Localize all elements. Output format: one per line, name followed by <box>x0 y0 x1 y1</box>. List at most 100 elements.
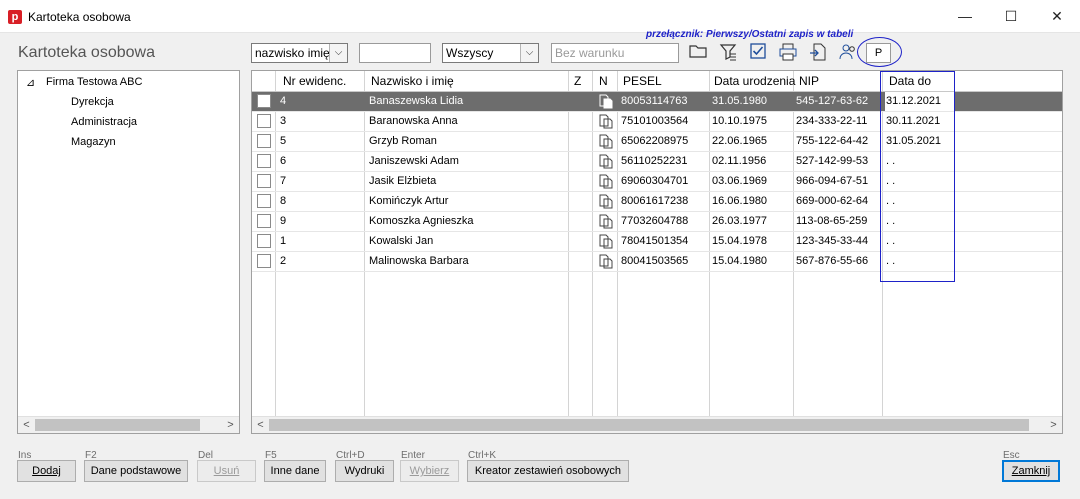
cell-pesel: 78041501354 <box>621 235 689 247</box>
cell-name: Malinowska Barbara <box>369 255 469 267</box>
cell-nr: 9 <box>280 215 287 227</box>
column-header-z[interactable]: Z <box>574 71 581 91</box>
cell-nr: 1 <box>280 235 287 247</box>
cell-name: Baranowska Anna <box>369 115 458 127</box>
folder-icon[interactable] <box>688 43 708 63</box>
personnel-report-creator-button[interactable]: Kreator zestawień osobowych <box>467 460 629 482</box>
cell-pesel: 65062208975 <box>621 135 689 147</box>
documents-icon[interactable] <box>598 254 613 269</box>
title-bar: p Kartoteka osobowa — ☐ ✕ <box>0 0 1080 33</box>
cell-dob: 31.05.1980 <box>712 95 768 107</box>
cell-pesel: 80061617238 <box>621 195 689 207</box>
row-checkbox[interactable] <box>257 94 271 108</box>
cell-nip: 545-127-63-62 <box>796 95 869 107</box>
close-button[interactable]: Zamknij <box>1002 460 1060 482</box>
column-header-dob[interactable]: Data urodzenia <box>714 71 795 91</box>
row-checkbox[interactable] <box>257 234 271 248</box>
documents-icon[interactable] <box>598 194 613 209</box>
row-checkbox[interactable] <box>257 214 271 228</box>
scroll-left-icon[interactable]: < <box>18 417 35 433</box>
cell-dob: 26.03.1977 <box>712 215 768 227</box>
sort-order-value: nazwisko imię <box>255 46 330 60</box>
basic-data-button[interactable]: Dane podstawowe <box>84 460 188 482</box>
column-header-nip[interactable]: NIP <box>799 71 819 91</box>
tree-item-dyrekcja[interactable]: Dyrekcja <box>71 96 114 108</box>
scroll-right-icon[interactable]: > <box>1045 417 1062 433</box>
documents-icon[interactable] <box>598 134 613 149</box>
prints-button[interactable]: Wydruki <box>335 460 394 482</box>
row-checkbox[interactable] <box>257 194 271 208</box>
cell-nr: 5 <box>280 135 287 147</box>
tree-horizontal-scrollbar[interactable]: < > <box>18 416 239 433</box>
cell-nip: 527-142-99-53 <box>796 155 869 167</box>
employee-filter-combo[interactable]: Wszyscy ⌵ <box>442 43 539 63</box>
search-input[interactable] <box>359 43 431 63</box>
choose-button[interactable]: Wybierz <box>400 460 459 482</box>
department-tree[interactable]: ⊿ Firma Testowa ABC Dyrekcja Administrac… <box>17 70 240 434</box>
cell-nip: 123-345-33-44 <box>796 235 869 247</box>
documents-icon[interactable] <box>598 94 613 109</box>
maximize-button[interactable]: ☐ <box>988 0 1034 32</box>
table-horizontal-scrollbar[interactable]: < > <box>252 416 1062 433</box>
cell-dob: 10.10.1975 <box>712 115 768 127</box>
delete-button[interactable]: Usuń <box>197 460 256 482</box>
tree-collapse-icon[interactable]: ⊿ <box>26 76 35 89</box>
cell-nip: 669-000-62-64 <box>796 195 869 207</box>
cell-nr: 8 <box>280 195 287 207</box>
column-header-nr[interactable]: Nr ewidenc. <box>283 71 346 91</box>
first-last-record-toggle-button[interactable]: P <box>866 43 891 63</box>
checkbox-checked-icon[interactable] <box>748 43 768 63</box>
cell-pesel: 56110252231 <box>621 155 688 167</box>
cell-name: Komoszka Agnieszka <box>369 215 474 227</box>
cell-name: Kowalski Jan <box>369 235 434 247</box>
condition-input[interactable]: Bez warunku <box>551 43 679 63</box>
chevron-down-icon[interactable]: ⌵ <box>329 44 347 62</box>
cell-pesel: 69060304701 <box>621 175 689 187</box>
column-header-name[interactable]: Nazwisko i imię <box>371 71 454 91</box>
filter-icon[interactable] <box>718 43 738 63</box>
cell-nip: 755-122-64-42 <box>796 135 869 147</box>
column-header-pesel[interactable]: PESEL <box>623 71 662 91</box>
cell-dob: 03.06.1969 <box>712 175 768 187</box>
cell-pesel: 75101003564 <box>621 115 689 127</box>
cell-nip: 234-333-22-11 <box>796 115 868 127</box>
documents-icon[interactable] <box>598 154 613 169</box>
scroll-right-icon[interactable]: > <box>222 417 239 433</box>
documents-icon[interactable] <box>598 114 613 129</box>
cell-dob: 15.04.1978 <box>712 235 768 247</box>
row-checkbox[interactable] <box>257 134 271 148</box>
printer-icon[interactable] <box>778 43 798 63</box>
app-logo-icon: p <box>8 10 22 24</box>
cell-pesel: 80053114763 <box>621 95 688 107</box>
scroll-thumb[interactable] <box>269 419 1029 431</box>
documents-icon[interactable] <box>598 234 613 249</box>
sort-order-combo[interactable]: nazwisko imię ⌵ <box>251 43 348 63</box>
minimize-button[interactable]: — <box>942 0 988 32</box>
window-title: Kartoteka osobowa <box>28 10 131 24</box>
scroll-thumb[interactable] <box>35 419 200 431</box>
row-checkbox[interactable] <box>257 254 271 268</box>
documents-icon[interactable] <box>598 174 613 189</box>
cell-nip: 567-876-55-66 <box>796 255 869 267</box>
tree-item-magazyn[interactable]: Magazyn <box>71 136 116 148</box>
scroll-left-icon[interactable]: < <box>252 417 269 433</box>
other-data-button[interactable]: Inne dane <box>264 460 326 482</box>
close-window-button[interactable]: ✕ <box>1034 0 1080 32</box>
column-header-n[interactable]: N <box>599 71 608 91</box>
export-document-icon[interactable] <box>808 43 828 63</box>
row-checkbox[interactable] <box>257 174 271 188</box>
cell-name: Komińczyk Artur <box>369 195 449 207</box>
cell-dob: 16.06.1980 <box>712 195 768 207</box>
cell-nip: 966-094-67-51 <box>796 175 869 187</box>
cell-nr: 4 <box>280 95 287 107</box>
row-checkbox[interactable] <box>257 114 271 128</box>
cell-nr: 3 <box>280 115 287 127</box>
documents-icon[interactable] <box>598 214 613 229</box>
add-button[interactable]: Dodaj <box>17 460 76 482</box>
cell-dob: 02.11.1956 <box>712 155 767 167</box>
chevron-down-icon[interactable]: ⌵ <box>520 44 538 62</box>
tree-item-root[interactable]: Firma Testowa ABC <box>46 76 142 88</box>
row-checkbox[interactable] <box>257 154 271 168</box>
tree-item-administracja[interactable]: Administracja <box>71 116 137 128</box>
users-icon[interactable] <box>838 43 858 63</box>
